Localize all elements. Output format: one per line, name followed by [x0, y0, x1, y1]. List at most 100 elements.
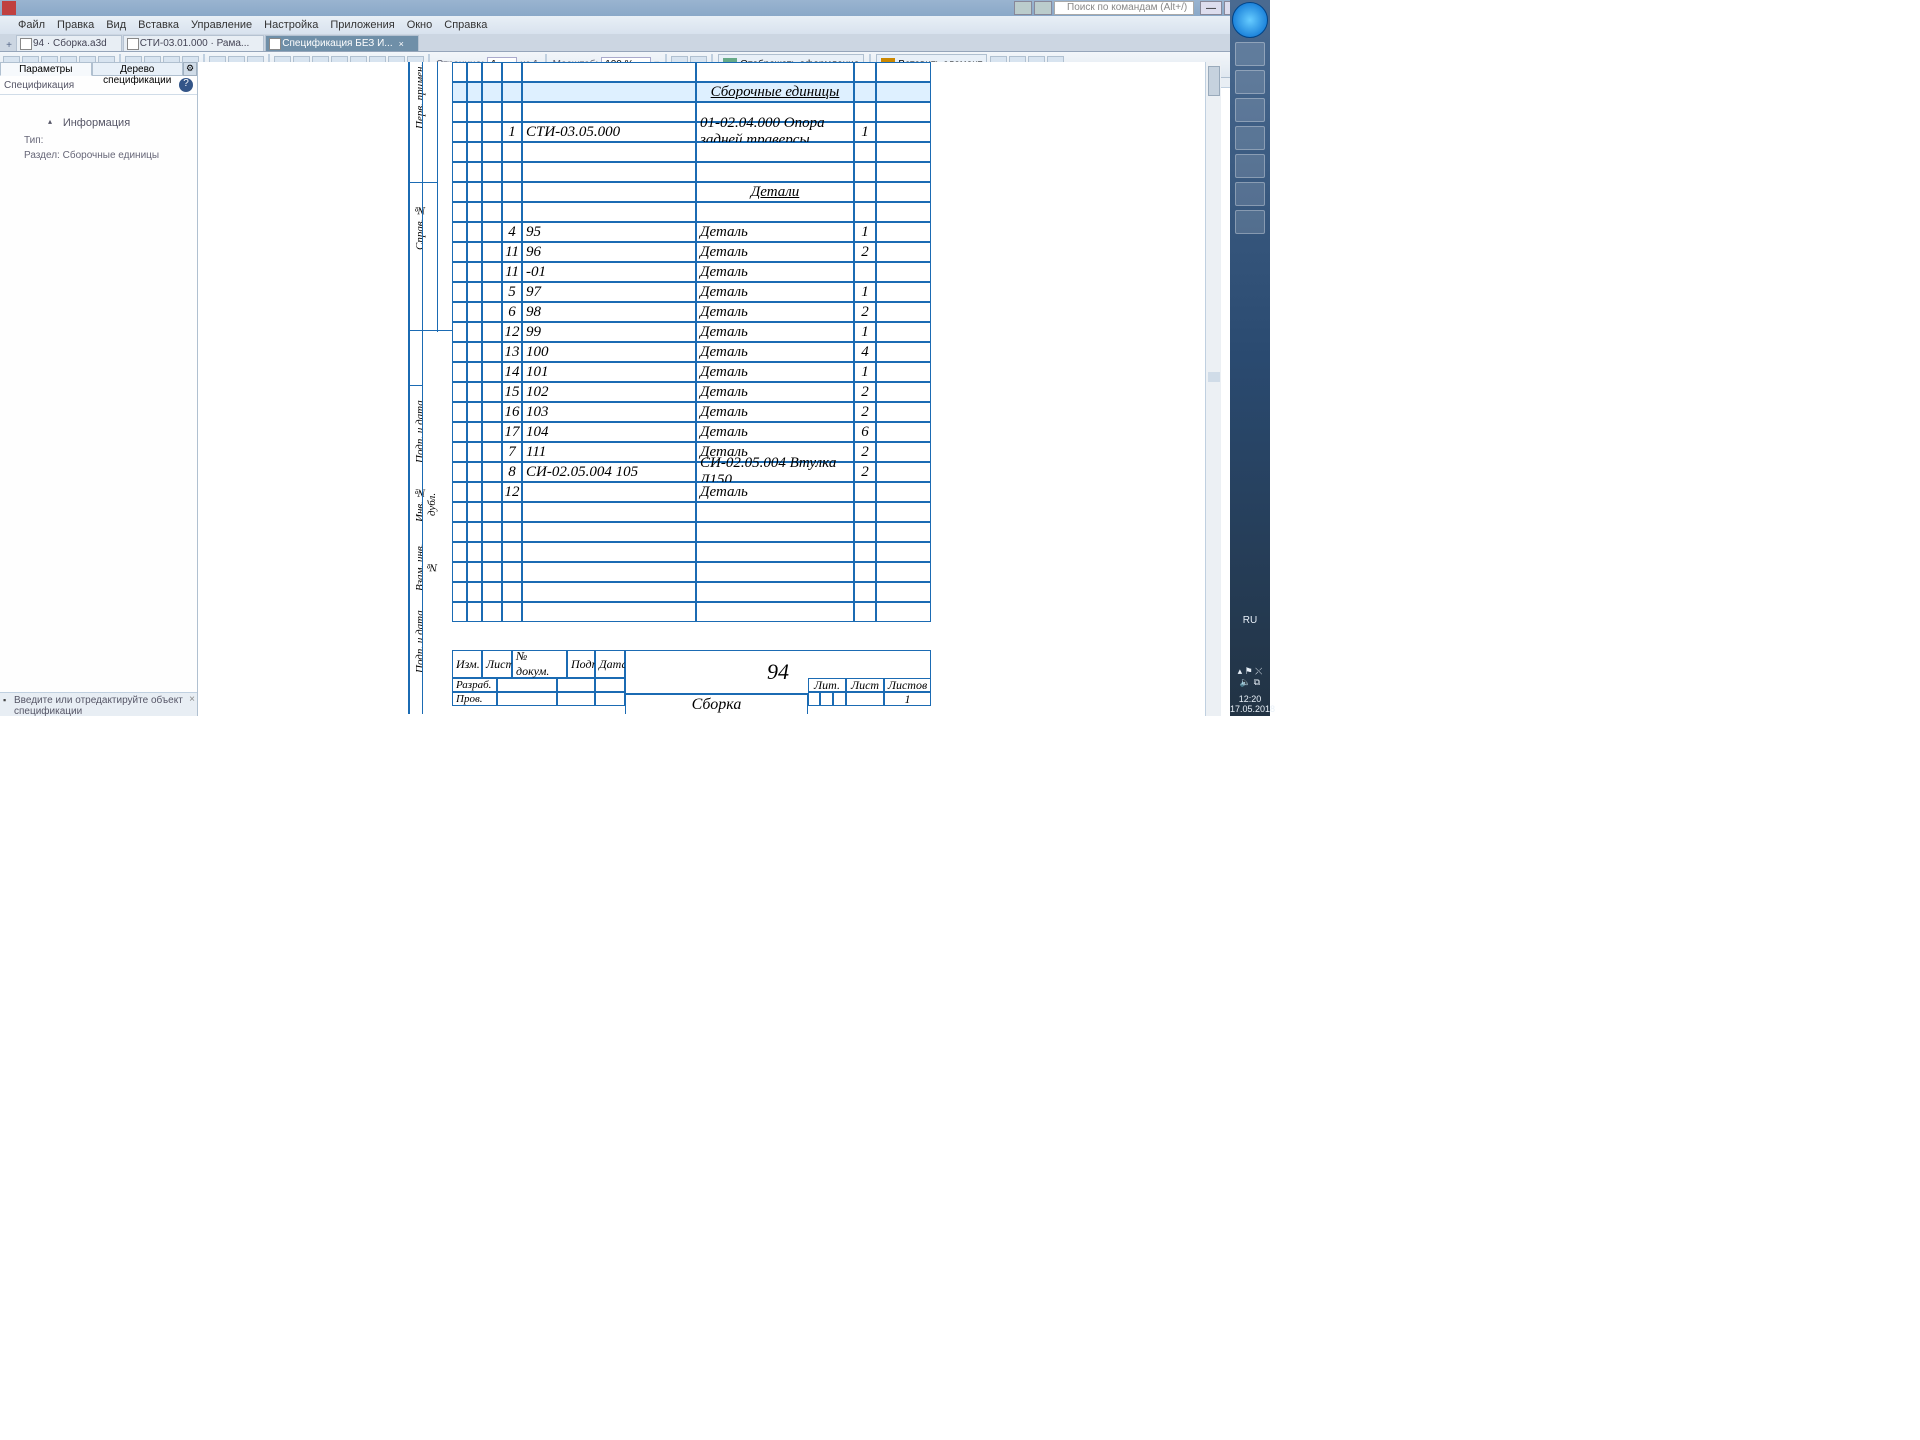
spec-cell[interactable]: Деталь: [696, 222, 854, 242]
spec-cell[interactable]: [482, 502, 502, 522]
spec-cell[interactable]: [467, 142, 482, 162]
spec-cell[interactable]: [467, 562, 482, 582]
lp-tab-params[interactable]: Параметры: [0, 62, 92, 76]
spec-cell[interactable]: Деталь: [696, 422, 854, 442]
spec-cell[interactable]: 1: [854, 282, 876, 302]
spec-cell[interactable]: [467, 522, 482, 542]
spec-cell[interactable]: [876, 402, 931, 422]
spec-cell[interactable]: 101: [522, 362, 696, 382]
spec-cell[interactable]: [482, 162, 502, 182]
spec-cell[interactable]: [876, 582, 931, 602]
spec-cell[interactable]: [452, 302, 467, 322]
spec-cell[interactable]: 4: [502, 222, 522, 242]
spec-cell[interactable]: [482, 482, 502, 502]
spec-cell[interactable]: [854, 262, 876, 282]
spec-cell[interactable]: [876, 382, 931, 402]
spec-cell[interactable]: [482, 342, 502, 362]
spec-cell[interactable]: [452, 282, 467, 302]
spec-cell[interactable]: [696, 542, 854, 562]
spec-cell[interactable]: [696, 582, 854, 602]
spec-cell[interactable]: [854, 82, 876, 102]
spec-cell[interactable]: [467, 542, 482, 562]
spec-cell[interactable]: [482, 562, 502, 582]
spec-cell[interactable]: [467, 102, 482, 122]
spec-cell[interactable]: [502, 502, 522, 522]
spec-cell[interactable]: [452, 322, 467, 342]
language-indicator[interactable]: RU: [1230, 615, 1270, 626]
spec-cell[interactable]: [876, 162, 931, 182]
spec-cell[interactable]: [452, 522, 467, 542]
spec-cell[interactable]: [522, 202, 696, 222]
spec-cell[interactable]: [502, 142, 522, 162]
spec-cell[interactable]: [467, 302, 482, 322]
spec-cell[interactable]: [854, 522, 876, 542]
spec-cell[interactable]: [696, 202, 854, 222]
spec-cell[interactable]: [467, 482, 482, 502]
spec-cell[interactable]: [696, 142, 854, 162]
spec-cell[interactable]: [876, 462, 931, 482]
mdi-btn1[interactable]: [1014, 1, 1032, 15]
spec-cell[interactable]: [876, 342, 931, 362]
spec-cell[interactable]: [482, 382, 502, 402]
spec-cell[interactable]: [876, 182, 931, 202]
task-item-4[interactable]: [1235, 126, 1265, 150]
spec-cell[interactable]: [482, 62, 502, 82]
spec-cell[interactable]: [452, 442, 467, 462]
spec-cell[interactable]: 1: [854, 222, 876, 242]
spec-cell[interactable]: [522, 562, 696, 582]
task-item-5[interactable]: [1235, 154, 1265, 178]
spec-cell[interactable]: [482, 262, 502, 282]
spec-cell[interactable]: [876, 122, 931, 142]
spec-cell[interactable]: 13: [502, 342, 522, 362]
spec-cell[interactable]: [854, 162, 876, 182]
spec-cell[interactable]: 111: [522, 442, 696, 462]
menu-insert[interactable]: Вставка: [138, 19, 179, 31]
spec-cell[interactable]: [452, 142, 467, 162]
menu-apps[interactable]: Приложения: [330, 19, 394, 31]
spec-cell[interactable]: [876, 62, 931, 82]
spec-cell[interactable]: [482, 242, 502, 262]
spec-cell[interactable]: [452, 362, 467, 382]
spec-cell[interactable]: [482, 322, 502, 342]
spec-cell[interactable]: [452, 342, 467, 362]
spec-cell[interactable]: [696, 562, 854, 582]
spec-cell[interactable]: [876, 502, 931, 522]
spec-cell[interactable]: 1: [854, 322, 876, 342]
spec-cell[interactable]: [876, 542, 931, 562]
spec-cell[interactable]: [452, 82, 467, 102]
spec-cell[interactable]: [502, 62, 522, 82]
spec-cell[interactable]: [876, 442, 931, 462]
spec-cell[interactable]: Деталь: [696, 282, 854, 302]
spec-cell[interactable]: [482, 142, 502, 162]
menu-setup[interactable]: Настройка: [264, 19, 318, 31]
spec-cell[interactable]: 01-02.04.000 Опора задней траверсы: [696, 122, 854, 142]
spec-cell[interactable]: [452, 602, 467, 622]
spec-cell[interactable]: 8: [502, 462, 522, 482]
task-item-1[interactable]: [1235, 42, 1265, 66]
spec-cell[interactable]: [467, 582, 482, 602]
spec-cell[interactable]: Деталь: [696, 302, 854, 322]
spec-cell[interactable]: 2: [854, 402, 876, 422]
spec-cell[interactable]: Деталь: [696, 342, 854, 362]
spec-cell[interactable]: Деталь: [696, 322, 854, 342]
spec-cell[interactable]: [482, 122, 502, 142]
spec-cell[interactable]: [502, 102, 522, 122]
spec-cell[interactable]: [854, 62, 876, 82]
spec-cell[interactable]: [522, 582, 696, 602]
spec-cell[interactable]: [452, 582, 467, 602]
menu-file[interactable]: Файл: [18, 19, 45, 31]
spec-cell[interactable]: 100: [522, 342, 696, 362]
spec-cell[interactable]: СИ-02.05.004 Втулка Д150: [696, 462, 854, 482]
spec-cell[interactable]: [452, 542, 467, 562]
spec-cell[interactable]: [854, 582, 876, 602]
task-item-6[interactable]: [1235, 182, 1265, 206]
spec-cell[interactable]: 97: [522, 282, 696, 302]
spec-cell[interactable]: [452, 62, 467, 82]
spec-cell[interactable]: Деталь: [696, 262, 854, 282]
spec-cell[interactable]: [467, 382, 482, 402]
new-tab-button[interactable]: +: [2, 40, 16, 51]
lp-tab-tree[interactable]: Дерево спецификации: [92, 62, 184, 76]
spec-cell[interactable]: [467, 82, 482, 102]
spec-cell[interactable]: [502, 162, 522, 182]
spec-cell[interactable]: [854, 562, 876, 582]
